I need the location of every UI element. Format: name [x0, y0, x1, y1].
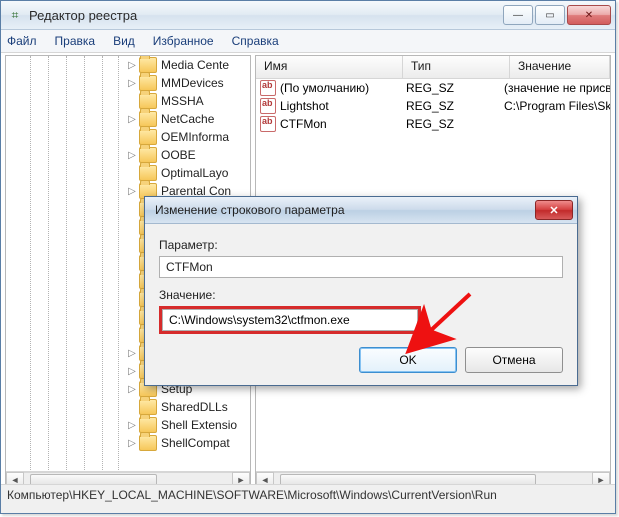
folder-icon — [139, 435, 157, 451]
cell-type: REG_SZ — [406, 99, 504, 113]
tree-item-label: MMDevices — [161, 76, 224, 90]
param-input — [159, 256, 563, 278]
tree-item-label: OOBE — [161, 148, 196, 162]
cell-name: Lightshot — [280, 99, 406, 113]
expand-arrow-icon[interactable]: ▷ — [126, 186, 138, 197]
tree-item[interactable]: ▷ OOBE — [6, 146, 250, 164]
tree-item[interactable]: OEMInforma — [6, 128, 250, 146]
cell-type: REG_SZ — [406, 117, 504, 131]
list-row[interactable]: CTFMonREG_SZ — [256, 115, 610, 133]
list-rows: (По умолчанию)REG_SZ(значение не присвLi… — [256, 79, 610, 133]
list-row[interactable]: (По умолчанию)REG_SZ(значение не присв — [256, 79, 610, 97]
tree-item[interactable]: ▷ ShellCompat — [6, 434, 250, 452]
string-value-icon — [260, 80, 276, 96]
tree-item-label: SharedDLLs — [161, 400, 228, 414]
expand-arrow-icon[interactable]: ▷ — [126, 60, 138, 71]
maximize-button[interactable]: ▭ — [535, 5, 565, 25]
menu-file[interactable]: Файл — [5, 32, 39, 50]
dialog-title: Изменение строкового параметра — [155, 203, 345, 217]
tree-item[interactable]: ▷ MMDevices — [6, 74, 250, 92]
folder-icon — [139, 399, 157, 415]
tree-item-label: MSSHA — [161, 94, 204, 108]
tree-item-label: ShellCompat — [161, 436, 230, 450]
expand-arrow-icon[interactable]: ▷ — [126, 384, 138, 395]
value-label: Значение: — [159, 288, 563, 302]
value-highlight — [159, 306, 421, 334]
list-row[interactable]: LightshotREG_SZC:\Program Files\Sk — [256, 97, 610, 115]
cell-name: (По умолчанию) — [280, 81, 406, 95]
cell-value: (значение не присв — [504, 81, 610, 95]
expand-arrow-icon[interactable]: ▷ — [126, 348, 138, 359]
tree-item[interactable]: OptimalLayo — [6, 164, 250, 182]
tree-item[interactable]: MSSHA — [6, 92, 250, 110]
dialog-titlebar: Изменение строкового параметра ✕ — [145, 197, 577, 224]
col-value[interactable]: Значение — [510, 56, 610, 78]
expand-arrow-icon[interactable]: ▷ — [126, 420, 138, 431]
edit-string-dialog: Изменение строкового параметра ✕ Парамет… — [144, 196, 578, 386]
folder-icon — [139, 129, 157, 145]
tree-item-label: OptimalLayo — [161, 166, 228, 180]
statusbar: Компьютер\HKEY_LOCAL_MACHINE\SOFTWARE\Mi… — [1, 484, 615, 513]
list-header: Имя Тип Значение — [256, 56, 610, 79]
folder-icon — [139, 417, 157, 433]
tree-item-label: OEMInforma — [161, 130, 229, 144]
menubar: Файл Правка Вид Избранное Справка — [1, 30, 615, 53]
dialog-close-button[interactable]: ✕ — [535, 200, 573, 220]
tree-item[interactable]: ▷ NetCache — [6, 110, 250, 128]
string-value-icon — [260, 116, 276, 132]
param-label: Параметр: — [159, 238, 563, 252]
expand-arrow-icon[interactable]: ▷ — [126, 78, 138, 89]
window-title: Редактор реестра — [29, 8, 137, 23]
tree-item[interactable]: ▷ Media Cente — [6, 56, 250, 74]
menu-edit[interactable]: Правка — [53, 32, 98, 50]
cancel-button[interactable]: Отмена — [465, 347, 563, 373]
folder-icon — [139, 57, 157, 73]
string-value-icon — [260, 98, 276, 114]
tree-item-label: NetCache — [161, 112, 214, 126]
expand-arrow-icon[interactable]: ▷ — [126, 438, 138, 449]
tree-item-label: Shell Extensio — [161, 418, 237, 432]
folder-icon — [139, 93, 157, 109]
app-icon: ⌗ — [7, 7, 23, 23]
folder-icon — [139, 147, 157, 163]
close-button[interactable]: ✕ — [567, 5, 611, 25]
tree-item-label: Media Cente — [161, 58, 229, 72]
minimize-button[interactable]: — — [503, 5, 533, 25]
tree-item[interactable]: ▷ Shell Extensio — [6, 416, 250, 434]
menu-view[interactable]: Вид — [111, 32, 137, 50]
menu-help[interactable]: Справка — [230, 32, 281, 50]
value-input[interactable] — [162, 309, 418, 331]
ok-button[interactable]: OK — [359, 347, 457, 373]
expand-arrow-icon[interactable]: ▷ — [126, 366, 138, 377]
cell-type: REG_SZ — [406, 81, 504, 95]
titlebar: ⌗ Редактор реестра — ▭ ✕ — [1, 1, 615, 30]
cell-name: CTFMon — [280, 117, 406, 131]
col-type[interactable]: Тип — [403, 56, 510, 78]
expand-arrow-icon[interactable]: ▷ — [126, 114, 138, 125]
menu-favorites[interactable]: Избранное — [151, 32, 216, 50]
folder-icon — [139, 165, 157, 181]
folder-icon — [139, 75, 157, 91]
tree-item[interactable]: SharedDLLs — [6, 398, 250, 416]
expand-arrow-icon[interactable]: ▷ — [126, 150, 138, 161]
folder-icon — [139, 111, 157, 127]
col-name[interactable]: Имя — [256, 56, 403, 78]
cell-value: C:\Program Files\Sk — [504, 99, 610, 113]
